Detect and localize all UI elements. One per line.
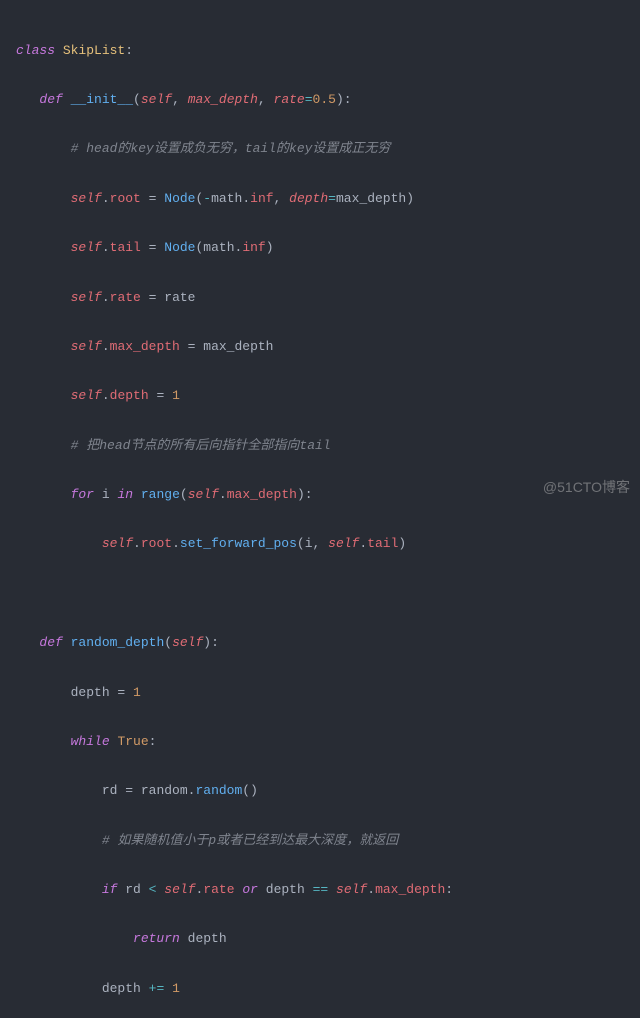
code-line: # 如果随机值小于p或者已经到达最大深度，就返回	[16, 829, 624, 854]
code-line: self.tail = Node(math.inf)	[16, 236, 624, 261]
param: max_depth	[188, 92, 258, 107]
number: 0.5	[313, 92, 336, 107]
code-line: # 把head节点的所有后向指针全部指向tail	[16, 434, 624, 459]
code-block: class SkipList: def __init__(self, max_d…	[0, 0, 640, 1018]
code-line: self.depth = 1	[16, 384, 624, 409]
code-line: rd = random.random()	[16, 779, 624, 804]
code-line: self.max_depth = max_depth	[16, 335, 624, 360]
code-line: if rd < self.rate or depth == self.max_d…	[16, 878, 624, 903]
comment: # 如果随机值小于p或者已经到达最大深度，就返回	[102, 833, 398, 848]
keyword-for: for	[71, 487, 94, 502]
code-line: # head的key设置成负无穷，tail的key设置成正无穷	[16, 137, 624, 162]
code-line: depth += 1	[16, 977, 624, 1002]
code-line: self.root = Node(-math.inf, depth=max_de…	[16, 187, 624, 212]
colon: :	[125, 43, 133, 58]
keyword-return: return	[133, 931, 180, 946]
operator: =	[305, 92, 313, 107]
boolean: True	[117, 734, 148, 749]
keyword-while: while	[71, 734, 110, 749]
keyword-class: class	[16, 43, 55, 58]
code-line: self.rate = rate	[16, 286, 624, 311]
methodname: random_depth	[71, 635, 165, 650]
param: rate	[274, 92, 305, 107]
comment: # 把head节点的所有后向指针全部指向tail	[71, 438, 331, 453]
code-line: def random_depth(self):	[16, 631, 624, 656]
property: root	[110, 191, 141, 206]
code-line: for i in range(self.max_depth):	[16, 483, 624, 508]
watermark: @51CTO博客	[543, 474, 630, 501]
call: Node	[164, 191, 195, 206]
code-line: def __init__(self, max_depth, rate=0.5):	[16, 88, 624, 113]
code-line: depth = 1	[16, 681, 624, 706]
code-line: while True:	[16, 730, 624, 755]
keyword-if: if	[102, 882, 118, 897]
comment: # head的key设置成负无穷，tail的key设置成正无穷	[71, 141, 391, 156]
code-line: return depth	[16, 927, 624, 952]
methodname: __init__	[71, 92, 133, 107]
code-line: class SkipList:	[16, 39, 624, 64]
self: self	[71, 191, 102, 206]
code-line: self.root.set_forward_pos(i, self.tail)	[16, 532, 624, 557]
blank-line	[16, 582, 624, 607]
classname: SkipList	[63, 43, 125, 58]
keyword-def: def	[39, 92, 62, 107]
param-self: self	[141, 92, 172, 107]
